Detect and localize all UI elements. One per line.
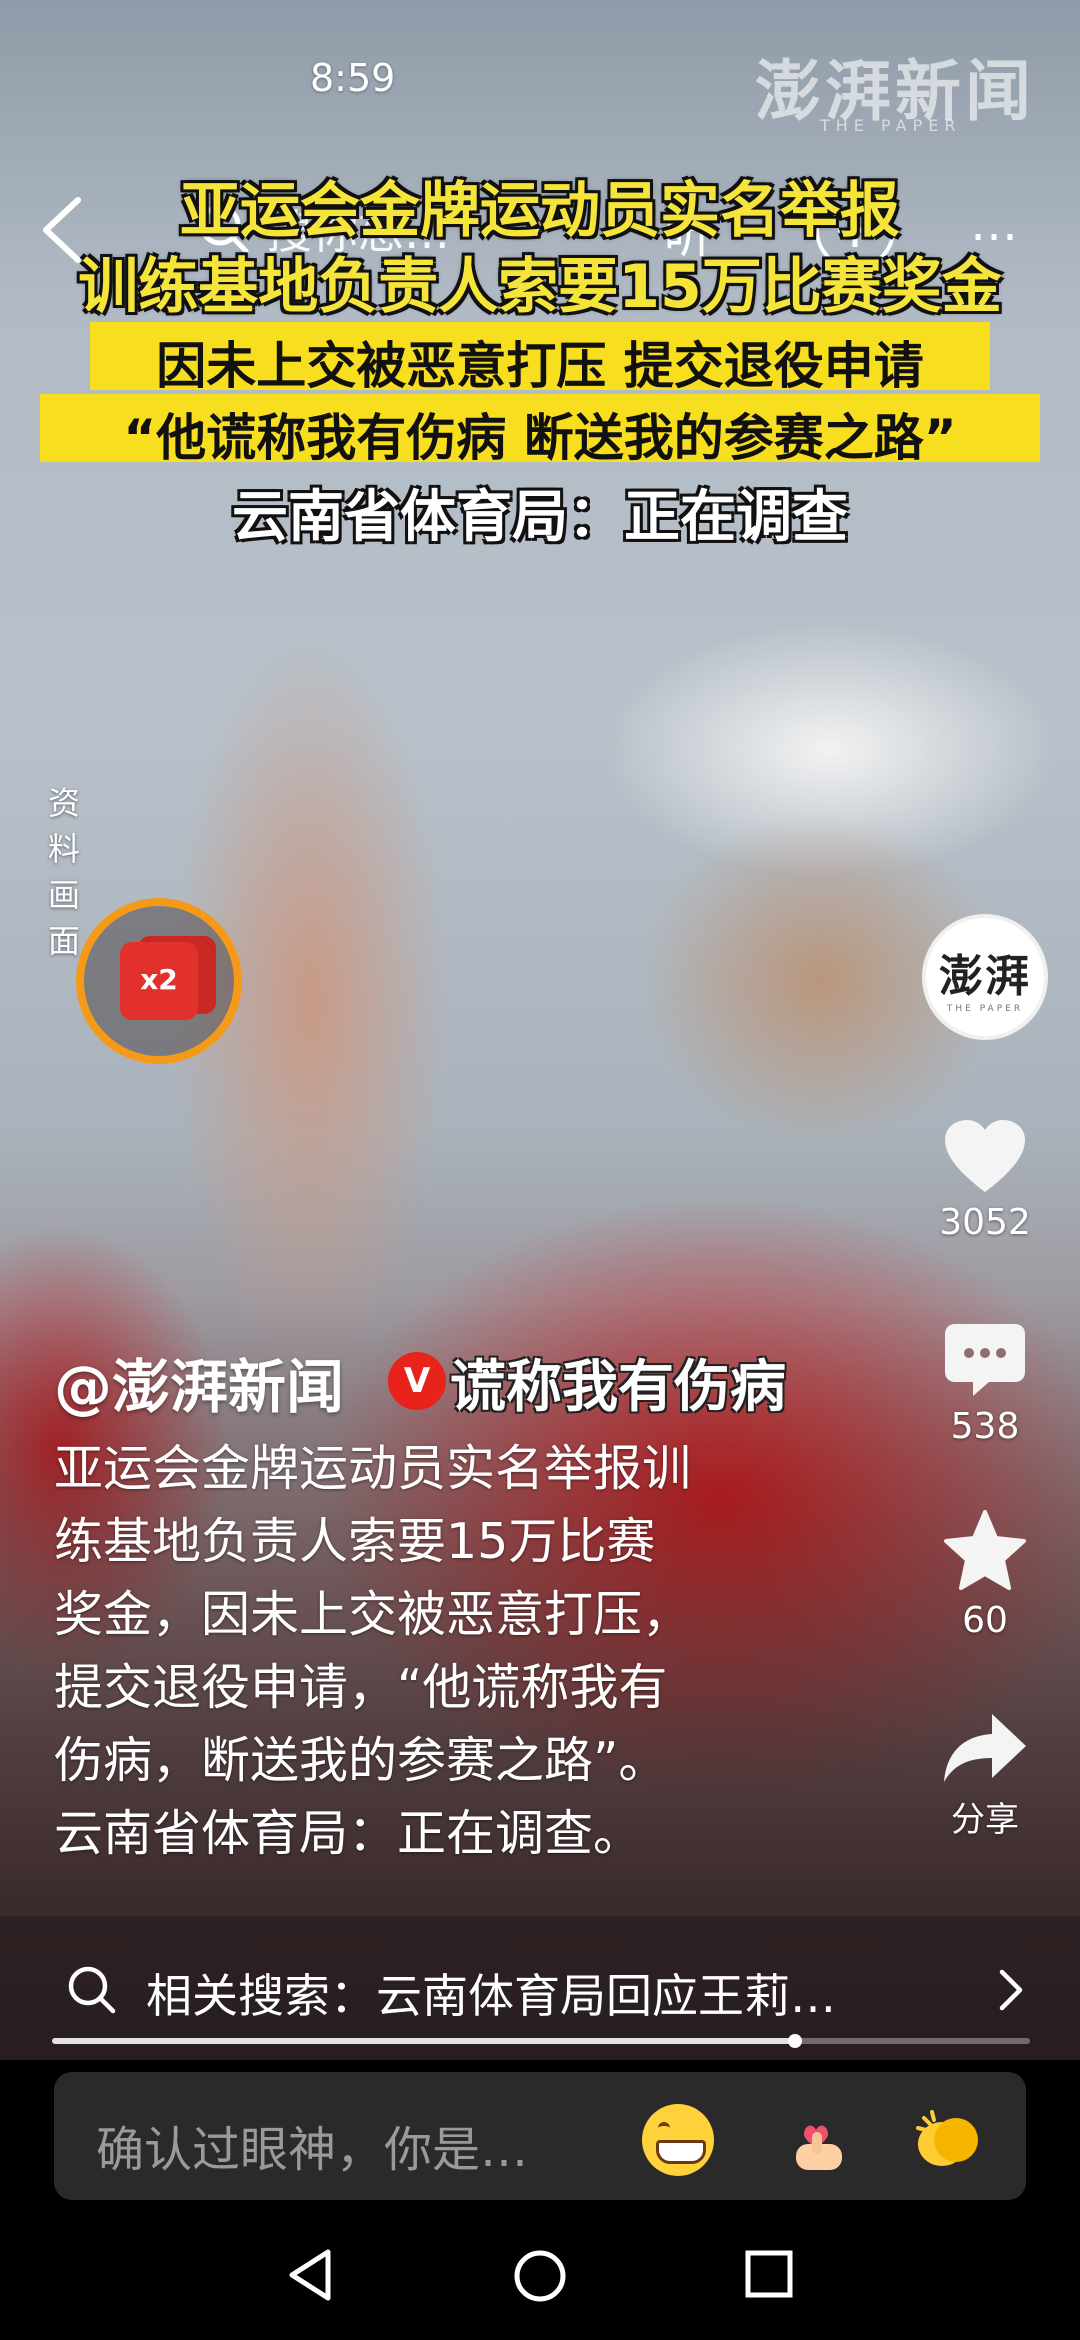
nav-home-icon[interactable] [512,2248,568,2304]
headline-line-5: 云南省体育局：正在调查 [232,485,848,550]
grinning-face-emoji-button[interactable] [642,2104,714,2176]
clapping-hands-emoji-button[interactable] [912,2104,984,2176]
avatar-logo-sub: THE PAPER [946,1004,1024,1014]
nav-back-icon[interactable] [286,2248,334,2302]
author-name[interactable]: @澎湃新闻 [54,1340,344,1424]
red-packet-button[interactable]: x2 [76,898,242,1064]
like-count: 3052 [939,1202,1031,1243]
description-line: 亚运会金牌运动员实名举报训 [54,1440,692,1497]
author-avatar[interactable]: 澎湃 THE PAPER [922,914,1048,1040]
headline-line-1: 亚运会金牌运动员实名举报 [180,176,900,246]
watermark-sub: THE PAPER [820,116,962,135]
star-icon [944,1510,1026,1590]
chevron-right-icon [999,1969,1023,2011]
like-button[interactable]: 3052 [920,1118,1050,1243]
comment-count: 538 [950,1406,1020,1447]
related-search-text: 相关搜索：云南体育局回应王莉… [146,1969,836,2023]
favorite-button[interactable]: 60 [920,1510,1050,1641]
share-button[interactable]: 分享 [920,1710,1050,1841]
share-arrow-icon [944,1714,1026,1782]
comment-button[interactable]: 538 [920,1320,1050,1447]
video-progress-bar[interactable] [52,2034,1030,2048]
comment-placeholder: 确认过眼神，你是… [96,2122,529,2178]
heart-hands-emoji-button[interactable] [782,2104,854,2176]
description-line: 云南省体育局：正在调查。 [54,1805,643,1862]
headline-line-4: “他谎称我有伤病 断送我的参赛之路” [123,409,957,467]
description-line: 练基地负责人索要15万比赛 [54,1513,656,1570]
avatar-logo: 澎湃 [939,951,1031,1002]
progress-fill [52,2038,796,2044]
comment-icon [945,1324,1025,1396]
search-icon [68,1966,116,2014]
headline-line-3: 因未上交被恶意打压 提交退役申请 [156,337,924,395]
description-line: 奖金，因未上交被恶意打压， [54,1586,692,1643]
share-label: 分享 [951,1800,1019,1840]
red-packet-multiplier: x2 [140,963,178,996]
verified-badge: V [388,1352,446,1410]
archive-footage-label: 资料画面 [48,784,81,960]
video-description[interactable]: 亚运会金牌运动员实名举报训 练基地负责人索要15万比赛 奖金，因未上交被恶意打压… [54,1432,824,1870]
nav-recents-icon[interactable] [744,2248,794,2302]
description-line: 伤病，断送我的参赛之路”。 [54,1732,668,1789]
status-time: 8:59 [310,56,396,100]
heart-icon [945,1120,1025,1192]
description-line: 提交退役申请，“他谎称我有 [54,1659,668,1716]
headline-line-2: 训练基地负责人索要15万比赛奖金 [78,252,1002,322]
favorite-count: 60 [962,1600,1008,1641]
video-subtitle: 谎称我有伤病 [450,1355,786,1420]
